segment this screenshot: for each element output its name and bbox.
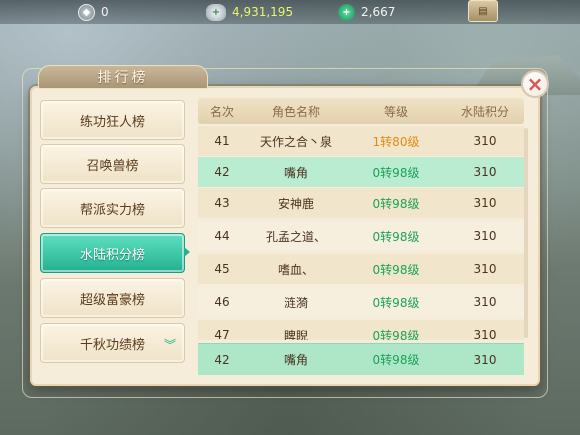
row-rank: 45	[214, 262, 230, 276]
table-header: 名次 角色名称 等级 水陆积分	[198, 98, 524, 124]
row-level: 0转98级	[372, 165, 420, 180]
chevron-down-icon[interactable]: ︾	[164, 336, 176, 353]
row-rank: 42	[214, 165, 230, 179]
menu-item-label: 帮派实力榜	[79, 202, 145, 218]
panel-title: 排行榜	[38, 65, 208, 89]
gem-value: 2,667	[361, 5, 396, 19]
silver-ingot-icon: +	[206, 3, 226, 21]
table-row[interactable]: 41 天作之合丶泉 1转80级 310	[198, 126, 524, 156]
table-row[interactable]: 45 嗜血、 0转98级 310	[198, 254, 524, 284]
header-rank: 名次	[209, 104, 234, 119]
ranking-shortcut-button[interactable]: ▤	[468, 0, 498, 22]
silver-value: 4,931,195	[232, 5, 294, 19]
row-rank: 46	[214, 295, 230, 309]
table-rows[interactable]: 41 天作之合丶泉 1转80级 310 42 嘴角 0转98级 310 43 安…	[198, 126, 524, 340]
menu-item-label: 超级富豪榜	[79, 292, 145, 308]
close-button[interactable]: ×	[521, 70, 549, 98]
table-row-self[interactable]: 42 嘴角 0转98级 310	[198, 157, 524, 187]
menu-item-guild[interactable]: 帮派实力榜	[40, 188, 185, 228]
silver-currency: + 4,931,195	[206, 3, 293, 21]
menu-item-wealth[interactable]: 超级富豪榜	[40, 278, 185, 318]
row-level: 1转80级	[372, 134, 420, 149]
menu-item-training[interactable]: 练功狂人榜	[40, 100, 185, 140]
my-rank-row[interactable]: 42 嘴角 0转98级 310	[198, 343, 524, 375]
active-menu-pointer	[184, 247, 190, 257]
row-score: 310	[473, 229, 497, 243]
menu-item-label: 练功狂人榜	[79, 114, 145, 130]
row-rank: 41	[214, 134, 230, 148]
row-rank: 44	[214, 229, 230, 243]
row-score: 310	[473, 262, 497, 276]
jade-value: 0	[101, 5, 109, 19]
close-icon: ×	[526, 72, 544, 96]
my-rank: 42	[214, 352, 230, 367]
row-name: 嗜血、	[277, 262, 314, 277]
row-name: 安神鹿	[277, 196, 314, 211]
menu-item-label: 千秋功绩榜	[79, 337, 145, 353]
header-score: 水陆积分	[460, 104, 509, 119]
row-rank: 47	[214, 328, 230, 340]
table-row[interactable]: 44 孔孟之道、 0转98级 310	[198, 221, 524, 251]
row-rank: 43	[214, 196, 230, 210]
row-name: 睥睨	[283, 328, 308, 341]
row-name: 嘴角	[283, 165, 308, 180]
row-name: 孔孟之道、	[265, 229, 326, 244]
my-score: 310	[473, 352, 497, 367]
row-name: 天作之合丶泉	[259, 134, 332, 149]
row-level: 0转98级	[372, 196, 420, 211]
row-level: 0转98级	[372, 262, 420, 277]
row-level: 0转98级	[372, 229, 420, 244]
menu-item-label: 召唤兽榜	[86, 158, 139, 174]
table-row[interactable]: 46 涟漪 0转98级 310	[198, 287, 524, 317]
table-scrollbar[interactable]	[524, 128, 528, 338]
row-score: 310	[473, 196, 497, 210]
header-level: 等级	[383, 104, 408, 119]
row-score: 310	[473, 295, 497, 309]
row-level: 0转98级	[372, 328, 420, 341]
menu-item-summon[interactable]: 召唤兽榜	[40, 144, 185, 184]
my-name: 嘴角	[283, 353, 308, 367]
table-row[interactable]: 47 睥睨 0转98级 310	[198, 320, 524, 340]
menu-item-merit[interactable]: 千秋功绩榜 ︾	[40, 323, 185, 363]
row-score: 310	[473, 328, 497, 340]
menu-item-label: 水陆积分榜	[79, 247, 145, 263]
header-name: 角色名称	[271, 104, 320, 119]
table-row[interactable]: 43 安神鹿 0转98级 310	[198, 188, 524, 218]
ranking-scroll-icon: ▤	[478, 5, 488, 17]
jade-currency: ◆ 0	[78, 3, 109, 21]
row-score: 310	[473, 165, 497, 179]
gem-currency: + 2,667	[338, 3, 395, 21]
green-gem-icon: +	[338, 3, 355, 21]
row-level: 0转98级	[372, 295, 420, 310]
row-score: 310	[473, 134, 497, 148]
currency-bar: ◆ 0 + 4,931,195 + 2,667 ▤	[0, 0, 580, 24]
menu-item-shuilu[interactable]: 水陆积分榜	[40, 233, 185, 273]
jade-coin-icon: ◆	[78, 3, 95, 21]
my-level: 0转98级	[372, 353, 420, 367]
row-name: 涟漪	[283, 295, 308, 310]
